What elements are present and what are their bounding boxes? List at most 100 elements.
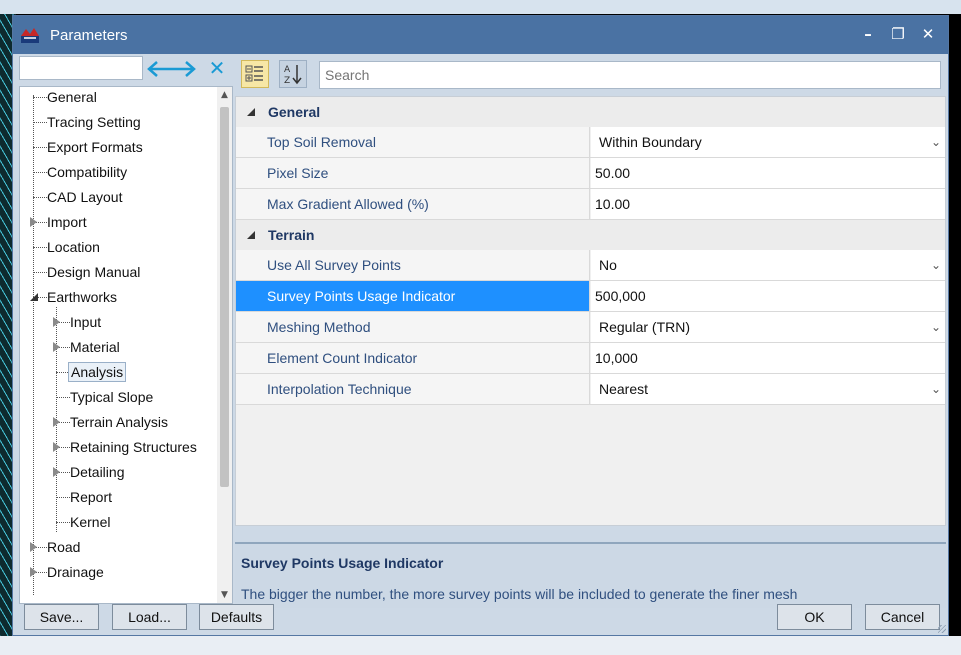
tree-item-label: Import [47,214,87,230]
collapse-category-icon[interactable] [247,231,255,239]
defaults-button[interactable]: Defaults [199,604,274,630]
tree-item-kernel[interactable]: Kernel [20,512,210,532]
collapsed-arrow-icon[interactable] [30,542,37,552]
property-row-survey-points-usage-indicator[interactable]: Survey Points Usage Indicator 500,000 [236,281,945,312]
tree-item-design-manual[interactable]: Design Manual [20,262,210,282]
tree-scrollbar[interactable]: ▲ ▼ [217,87,232,603]
chevron-down-icon[interactable]: ⌄ [931,374,941,404]
property-name[interactable]: Survey Points Usage Indicator [236,281,590,311]
minimize-button[interactable]: – [855,23,881,45]
property-row-use-all-survey-points[interactable]: Use All Survey Points No ⌄ [236,250,945,281]
property-name[interactable]: Top Soil Removal [236,127,590,157]
tree-item-label: Kernel [70,514,111,530]
collapsed-arrow-icon[interactable] [53,417,60,427]
expand-collapse-arrows-icon[interactable] [145,58,203,80]
property-row-interpolation-technique[interactable]: Interpolation Technique Nearest ⌄ [236,374,945,405]
tree-item-analysis[interactable]: Analysis [20,362,210,382]
chevron-down-icon[interactable]: ⌄ [931,312,941,342]
save-button[interactable]: Save... [24,604,99,630]
expanded-arrow-icon[interactable] [30,293,38,301]
tree-item-compatibility[interactable]: Compatibility [20,162,210,182]
property-row-meshing-method[interactable]: Meshing Method Regular (TRN) ⌄ [236,312,945,343]
tree-item-road[interactable]: Road [20,537,210,557]
tree-item-label: Report [70,489,113,505]
tree-item-export-formats[interactable]: Export Formats [20,137,210,157]
svg-text:Z: Z [284,76,290,86]
property-row-pixel-size[interactable]: Pixel Size 50.00 [236,158,945,189]
title-bar[interactable]: Parameters – ❐ ✕ [13,16,948,54]
property-dropdown[interactable]: Nearest ⌄ [591,374,945,404]
app-icon [21,28,39,43]
categorized-icon [245,65,263,82]
scroll-up-icon[interactable]: ▲ [217,88,232,102]
property-value-input[interactable]: 10.00 [591,189,945,219]
tree-item-terrain-analysis[interactable]: Terrain Analysis [20,412,210,432]
category-terrain[interactable]: Terrain [236,220,945,250]
tree-item-label: Retaining Structures [70,439,197,455]
property-name[interactable]: Meshing Method [236,312,590,342]
tree-item-cad-layout[interactable]: CAD Layout [20,187,210,207]
maximize-button[interactable]: ❐ [885,23,911,45]
scroll-down-icon[interactable]: ▼ [217,588,232,602]
collapsed-arrow-icon[interactable] [53,342,60,352]
ok-button[interactable]: OK [777,604,852,630]
tree-item-import[interactable]: Import [20,212,210,232]
tree-item-retaining-structures[interactable]: Retaining Structures [20,437,210,457]
resize-grip-icon[interactable] [938,625,946,633]
property-value: 500,000 [595,288,646,304]
tree-item-label: General [47,89,97,105]
collapsed-arrow-icon[interactable] [30,217,37,227]
cancel-button[interactable]: Cancel [865,604,940,630]
property-name[interactable]: Use All Survey Points [236,250,590,280]
property-name[interactable]: Max Gradient Allowed (%) [236,189,590,219]
tree-item-label: Input [70,314,102,330]
tree-item-typical-slope[interactable]: Typical Slope [20,387,210,407]
close-button[interactable]: ✕ [915,23,941,45]
property-value-input[interactable]: 500,000 [591,281,945,311]
property-name[interactable]: Element Count Indicator [236,343,590,373]
collapsed-arrow-icon[interactable] [53,442,60,452]
property-row-max-gradient-allowed[interactable]: Max Gradient Allowed (%) 10.00 [236,189,945,220]
tree-item-location[interactable]: Location [20,237,210,257]
property-name[interactable]: Interpolation Technique [236,374,590,404]
property-row-element-count-indicator[interactable]: Element Count Indicator 10,000 [236,343,945,374]
chevron-down-icon[interactable]: ⌄ [931,127,941,157]
property-dropdown[interactable]: Regular (TRN) ⌄ [591,312,945,342]
property-dropdown[interactable]: No ⌄ [591,250,945,280]
tree-item-earthworks[interactable]: Earthworks [20,287,210,307]
collapsed-arrow-icon[interactable] [53,317,60,327]
property-name[interactable]: Pixel Size [236,158,590,188]
property-row-top-soil-removal[interactable]: Top Soil Removal Within Boundary ⌄ [236,127,945,158]
tree-item-drainage[interactable]: Drainage [20,562,210,582]
collapse-category-icon[interactable] [247,108,255,116]
tree-item-material[interactable]: Material [20,337,210,357]
property-value-input[interactable]: 10,000 [591,343,945,373]
tree-item-detailing[interactable]: Detailing [20,462,210,482]
tree-item-input[interactable]: Input [20,312,210,332]
property-dropdown[interactable]: Within Boundary ⌄ [591,127,945,157]
clear-filter-icon[interactable]: ✕ [207,56,227,80]
category-general[interactable]: General [236,97,945,127]
property-panel: A Z GeneralTop Soil RemovalWithin Bounda… [235,56,946,608]
property-value: Within Boundary [599,134,702,150]
alphabetical-sort-button[interactable]: A Z [279,60,307,88]
load-button[interactable]: Load... [112,604,187,630]
description-text: The bigger the number, the more survey p… [241,586,798,602]
parameter-tree: General Tracing Setting Export Formats Comp… [19,86,233,604]
collapsed-arrow-icon[interactable] [53,467,60,477]
scroll-thumb[interactable] [220,107,229,487]
categorized-view-button[interactable] [241,60,269,88]
collapsed-arrow-icon[interactable] [30,567,37,577]
tree-item-general[interactable]: General [20,87,210,107]
tree-filter-input[interactable] [19,56,143,80]
tree-item-label: Export Formats [47,139,143,155]
window-title: Parameters [50,27,128,44]
category-label: General [268,104,321,120]
search-input[interactable] [319,61,941,89]
desktop-background-bottom [0,636,961,655]
tree-item-report[interactable]: Report [20,487,210,507]
tree-item-tracing-setting[interactable]: Tracing Setting [20,112,210,132]
property-value-input[interactable]: 50.00 [591,158,945,188]
tree-item-label: Earthworks [47,289,118,305]
chevron-down-icon[interactable]: ⌄ [931,250,941,280]
